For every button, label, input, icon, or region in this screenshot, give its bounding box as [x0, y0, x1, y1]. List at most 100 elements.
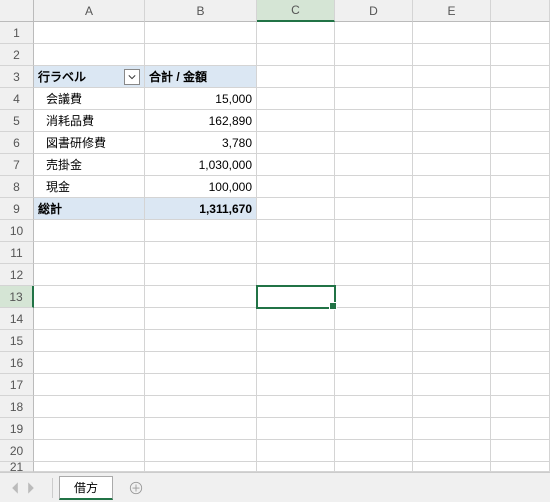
- row-header[interactable]: 9: [0, 198, 34, 220]
- cell[interactable]: [413, 286, 491, 308]
- cell[interactable]: [257, 264, 335, 286]
- cell[interactable]: [257, 132, 335, 154]
- row-header[interactable]: 12: [0, 264, 34, 286]
- cell[interactable]: [335, 462, 413, 472]
- pivot-item-label[interactable]: 現金: [34, 176, 145, 198]
- cell[interactable]: [491, 176, 550, 198]
- cell[interactable]: [491, 286, 550, 308]
- cell[interactable]: [34, 462, 145, 472]
- cell[interactable]: [413, 22, 491, 44]
- pivot-item-value[interactable]: 3,780: [145, 132, 257, 154]
- cell[interactable]: [335, 220, 413, 242]
- cell[interactable]: [413, 110, 491, 132]
- cell[interactable]: [335, 198, 413, 220]
- sheet-nav-prev[interactable]: [8, 481, 22, 495]
- cell[interactable]: [257, 374, 335, 396]
- row-header[interactable]: 21: [0, 462, 34, 472]
- cell[interactable]: [335, 88, 413, 110]
- row-header[interactable]: 18: [0, 396, 34, 418]
- cell[interactable]: [491, 44, 550, 66]
- cell[interactable]: [491, 462, 550, 472]
- cell[interactable]: [257, 462, 335, 472]
- cell[interactable]: [335, 374, 413, 396]
- cell[interactable]: [413, 44, 491, 66]
- cell[interactable]: [491, 220, 550, 242]
- cell[interactable]: [145, 462, 257, 472]
- cell[interactable]: [257, 330, 335, 352]
- pivot-item-value[interactable]: 100,000: [145, 176, 257, 198]
- cell[interactable]: [413, 440, 491, 462]
- cell[interactable]: [257, 110, 335, 132]
- row-header[interactable]: 10: [0, 220, 34, 242]
- cell[interactable]: [257, 198, 335, 220]
- cell[interactable]: [145, 374, 257, 396]
- pivot-item-label[interactable]: 図書研修費: [34, 132, 145, 154]
- cell[interactable]: [34, 352, 145, 374]
- cell[interactable]: [257, 352, 335, 374]
- row-header[interactable]: 8: [0, 176, 34, 198]
- cell[interactable]: [413, 176, 491, 198]
- col-header-A[interactable]: A: [34, 0, 145, 22]
- cell[interactable]: [145, 286, 257, 308]
- cell[interactable]: [145, 440, 257, 462]
- pivot-total-label[interactable]: 総計: [34, 198, 145, 220]
- cell[interactable]: [145, 418, 257, 440]
- cell[interactable]: [145, 220, 257, 242]
- cell[interactable]: [145, 22, 257, 44]
- cell[interactable]: [413, 88, 491, 110]
- row-header[interactable]: 4: [0, 88, 34, 110]
- cell[interactable]: [413, 330, 491, 352]
- pivot-item-value[interactable]: 15,000: [145, 88, 257, 110]
- cell[interactable]: [34, 44, 145, 66]
- row-header[interactable]: 15: [0, 330, 34, 352]
- select-all-corner[interactable]: [0, 0, 34, 22]
- row-header[interactable]: 16: [0, 352, 34, 374]
- cell[interactable]: [335, 44, 413, 66]
- pivot-item-label[interactable]: 会議費: [34, 88, 145, 110]
- cell[interactable]: [335, 396, 413, 418]
- cell[interactable]: [257, 242, 335, 264]
- row-header[interactable]: 11: [0, 242, 34, 264]
- cell[interactable]: [335, 154, 413, 176]
- cell[interactable]: [145, 352, 257, 374]
- row-header[interactable]: 2: [0, 44, 34, 66]
- cell[interactable]: [413, 264, 491, 286]
- pivot-item-value[interactable]: 1,030,000: [145, 154, 257, 176]
- cell[interactable]: [413, 154, 491, 176]
- pivot-item-label[interactable]: 消耗品費: [34, 110, 145, 132]
- cell[interactable]: [257, 66, 335, 88]
- cell[interactable]: [413, 66, 491, 88]
- row-header[interactable]: 13: [0, 286, 34, 308]
- cell[interactable]: [34, 22, 145, 44]
- row-header[interactable]: 1: [0, 22, 34, 44]
- cell[interactable]: [491, 110, 550, 132]
- cell[interactable]: [34, 264, 145, 286]
- cell[interactable]: [145, 396, 257, 418]
- row-header[interactable]: 5: [0, 110, 34, 132]
- cell[interactable]: [34, 374, 145, 396]
- cell[interactable]: [257, 220, 335, 242]
- cell[interactable]: [257, 308, 335, 330]
- pivot-filter-dropdown[interactable]: [124, 69, 140, 85]
- cell[interactable]: [335, 308, 413, 330]
- cell[interactable]: [257, 154, 335, 176]
- cell[interactable]: [413, 374, 491, 396]
- cell[interactable]: [491, 440, 550, 462]
- pivot-row-label-header[interactable]: 行ラベル: [34, 66, 145, 88]
- col-header-C[interactable]: C: [257, 0, 335, 22]
- cell[interactable]: [491, 88, 550, 110]
- cell[interactable]: [491, 66, 550, 88]
- cell[interactable]: [145, 264, 257, 286]
- cell[interactable]: [34, 308, 145, 330]
- cell[interactable]: [413, 418, 491, 440]
- row-header[interactable]: 14: [0, 308, 34, 330]
- cell[interactable]: [413, 242, 491, 264]
- cell[interactable]: [145, 308, 257, 330]
- cell[interactable]: [34, 330, 145, 352]
- cell[interactable]: [34, 418, 145, 440]
- active-cell[interactable]: [257, 286, 335, 308]
- row-header[interactable]: 3: [0, 66, 34, 88]
- pivot-total-value[interactable]: 1,311,670: [145, 198, 257, 220]
- cell[interactable]: [335, 418, 413, 440]
- row-header[interactable]: 6: [0, 132, 34, 154]
